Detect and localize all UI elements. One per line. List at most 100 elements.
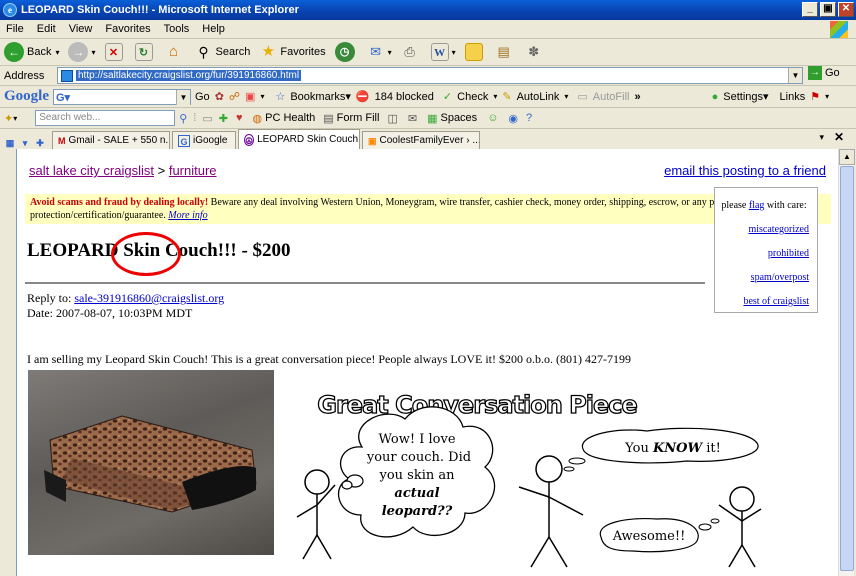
stick-figure-left — [296, 469, 336, 560]
flag-miscategorized-link[interactable]: miscategorized — [748, 224, 809, 235]
tab-bar: ▦ ▾ ✚ M Gmail - SALE + 550 n... G iGoogl… — [0, 128, 856, 149]
bookmarks-button[interactable]: Bookmarks▾ — [290, 90, 351, 103]
reply-email-link[interactable]: sale-391916860@craigslist.org — [74, 291, 224, 305]
posting-body: I am selling my Leopard Skin Couch! This… — [27, 352, 631, 366]
links-button[interactable]: Links — [780, 91, 806, 103]
heart-icon[interactable]: ♥ — [236, 112, 243, 124]
google-pagerank-icon[interactable]: ▣ — [245, 90, 255, 103]
edit-icon[interactable]: W — [430, 43, 449, 61]
quick-tabs-icon[interactable]: ▦ — [4, 137, 16, 149]
google-search-input[interactable]: G▾ ▼ — [53, 88, 191, 105]
contacts-icon[interactable]: ☺ — [487, 112, 498, 124]
maximize-button[interactable]: ▣ — [820, 2, 836, 17]
tab-leopard-couch[interactable]: ☮ LEOPARD Skin Couch!!... — [238, 129, 360, 149]
close-button[interactable]: ✕ — [838, 2, 854, 17]
toolbar-options-icon[interactable]: ⚑ — [810, 90, 820, 103]
add-icon[interactable]: ✚ — [219, 112, 228, 125]
settings-button[interactable]: Settings▾ — [723, 90, 768, 103]
addon-logo-icon: ✦ — [4, 112, 14, 125]
pc-health-button[interactable]: PC Health — [265, 112, 315, 124]
refresh-icon[interactable]: ↻ — [134, 43, 153, 61]
scroll-up-icon[interactable]: ▲ — [839, 149, 855, 165]
menu-view[interactable]: View — [69, 23, 93, 35]
popup-blocked-count[interactable]: 184 blocked — [375, 91, 434, 103]
couch-photo — [28, 370, 274, 555]
messenger-icon[interactable]: ✽ — [525, 43, 543, 61]
more-info-link[interactable]: More info — [168, 210, 207, 221]
menu-help[interactable]: Help — [202, 23, 225, 35]
forward-button[interactable]: → ▾ — [68, 42, 96, 62]
vertical-scrollbar[interactable]: ▲ — [838, 149, 855, 576]
pc-health-icon: ◍ — [252, 112, 263, 125]
settings-icon: ● — [711, 90, 719, 103]
search-button[interactable]: ⚲ Search — [195, 43, 250, 61]
gmail-icon: M — [58, 135, 66, 146]
google-news-icon[interactable]: ☍ — [229, 90, 240, 103]
spaces-button[interactable]: Spaces — [440, 112, 477, 124]
mail-icon[interactable]: ✉ — [367, 43, 385, 61]
menu-favorites[interactable]: Favorites — [105, 23, 150, 35]
close-tab-icon[interactable]: ✕ — [834, 130, 844, 144]
menu-file[interactable]: File — [6, 23, 24, 35]
rss-icon[interactable]: ◫ — [387, 112, 397, 125]
bubble1-line2: your couch. Did — [366, 450, 471, 465]
ie-icon: e — [3, 3, 17, 17]
mail-icon[interactable]: ✉ — [408, 112, 417, 125]
comic-illustration: Great Conversation Piece Wow! I love you… — [296, 390, 762, 568]
google-dropdown-icon[interactable]: ▼ — [176, 89, 190, 105]
form-fill-button[interactable]: Form Fill — [337, 112, 380, 124]
breadcrumb-site-link[interactable]: salt lake city craigslist — [29, 163, 154, 178]
email-posting-link[interactable]: email this posting to a friend — [664, 163, 826, 178]
autofill-icon: ▭ — [577, 91, 588, 103]
scroll-thumb[interactable] — [840, 166, 854, 571]
blogger-icon: ▣ — [368, 135, 377, 146]
flag-link[interactable]: flag — [749, 200, 765, 211]
history-icon[interactable]: ◷ — [334, 42, 355, 62]
form-fill-icon: ▤ — [323, 112, 334, 125]
search-web-input[interactable]: Search web... — [35, 110, 176, 126]
more-chevron-icon[interactable]: » — [634, 91, 640, 103]
google-go-button[interactable]: Go — [195, 91, 210, 103]
spaces-icon: ▦ — [427, 112, 438, 125]
search-icon[interactable]: ⚲ — [179, 112, 187, 125]
autolink-icon: ✎ — [502, 91, 512, 103]
window-icon[interactable]: ▭ — [202, 112, 212, 125]
address-url[interactable]: http://saltlakecity.craigslist.org/fur/3… — [76, 70, 302, 81]
tab-list-icon[interactable]: ▾ — [19, 137, 31, 149]
google-logo: Google — [4, 88, 49, 104]
spellcheck-button[interactable]: Check — [457, 91, 488, 103]
home-icon[interactable]: ⌂ — [165, 43, 183, 61]
bubble2-text: You KNOW it! — [624, 441, 721, 456]
new-tab-icon[interactable]: ✚ — [34, 137, 46, 149]
flag-spam-link[interactable]: spam/overpost — [751, 272, 809, 283]
research-icon[interactable]: ▤ — [495, 43, 513, 61]
messenger-icon[interactable]: ◉ — [508, 112, 518, 125]
google-icon: G — [178, 134, 190, 147]
tab-dropdown-icon[interactable]: ▾ — [819, 132, 824, 143]
address-dropdown-icon[interactable]: ▼ — [788, 68, 802, 83]
flag-prohibited-link[interactable]: prohibited — [768, 248, 809, 259]
breadcrumb-category-link[interactable]: furniture — [169, 163, 217, 178]
folder-icon[interactable] — [464, 43, 483, 61]
tab-coolestfamily[interactable]: ▣ CoolestFamilyEver › ... — [362, 131, 480, 149]
print-icon[interactable]: ⎙ — [401, 43, 419, 61]
menu-tools[interactable]: Tools — [164, 23, 190, 35]
back-button[interactable]: ← Back ▾ — [4, 42, 59, 62]
autofill-button[interactable]: AutoFill — [593, 91, 630, 103]
help-icon[interactable]: ? — [526, 112, 532, 124]
minimize-button[interactable]: _ — [802, 2, 818, 17]
go-button[interactable]: → Go — [808, 66, 840, 80]
standard-toolbar: ← Back ▾ → ▾ ✕ ↻ ⌂ ⚲ Search ★ Favorites … — [0, 39, 856, 66]
autolink-button[interactable]: AutoLink — [517, 91, 560, 103]
forward-arrow-icon: → — [68, 42, 89, 62]
tab-igoogle[interactable]: G iGoogle — [172, 131, 236, 149]
google-sites-icon[interactable]: ✿ — [215, 90, 224, 103]
favorites-button[interactable]: ★ Favorites — [259, 43, 326, 61]
address-input[interactable]: http://saltlakecity.craigslist.org/fur/3… — [57, 67, 803, 84]
tab-gmail[interactable]: M Gmail - SALE + 550 n... — [52, 131, 170, 149]
flag-best-link[interactable]: best of craigslist — [743, 296, 809, 307]
warning-heading: Avoid scams and fraud by dealing locally… — [30, 197, 209, 208]
menu-edit[interactable]: Edit — [37, 23, 56, 35]
stop-icon[interactable]: ✕ — [104, 43, 123, 61]
bubble1-line1: Wow! I love — [378, 432, 455, 447]
